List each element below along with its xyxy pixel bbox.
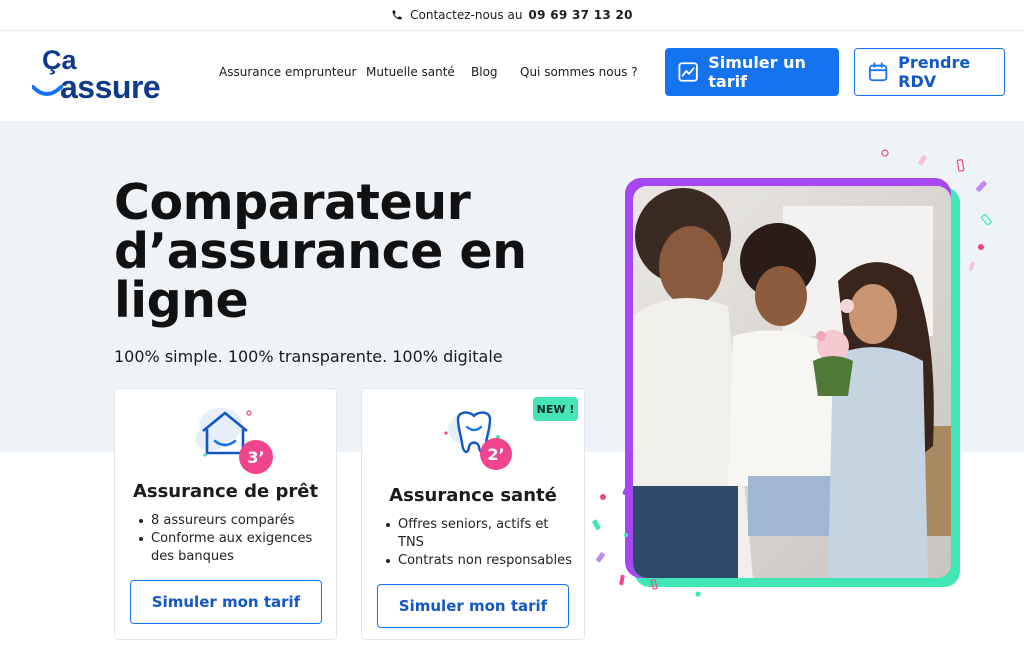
time-badge: 2’	[480, 438, 512, 470]
site-header: Ça assure Assurance emprunteur Mutuelle …	[0, 31, 1024, 121]
phone-number-link[interactable]: 09 69 37 13 20	[528, 8, 632, 22]
feature-item: Contrats non responsables	[384, 552, 574, 570]
feature-list: 8 assureurs comparés Conforme aux exigen…	[137, 512, 322, 566]
feature-item: Offres seniors, actifs et TNS	[384, 516, 574, 552]
new-badge: NEW !	[533, 397, 578, 421]
card-title: Assurance de prêt	[132, 481, 319, 502]
health-insurance-card: NEW ! 2’ Assurance santé Offres seniors,…	[361, 388, 585, 640]
card-title: Assurance santé	[389, 485, 557, 506]
loan-insurance-card: 3’ Assurance de prêt 8 assureurs comparé…	[114, 388, 337, 640]
confetti-decoration	[592, 149, 992, 597]
hero-title: Comparateur d’assurance en ligne	[114, 174, 527, 329]
simulate-health-button[interactable]: Simuler mon tarif	[377, 584, 569, 628]
feature-item: 8 assureurs comparés	[137, 512, 322, 530]
simulate-loan-button[interactable]: Simuler mon tarif	[130, 580, 322, 624]
contact-bar: Contactez-nous au 09 69 37 13 20	[0, 0, 1024, 31]
feature-list: Offres seniors, actifs et TNS Contrats n…	[384, 516, 574, 570]
hero-subtitle: 100% simple. 100% transparente. 100% dig…	[114, 347, 503, 366]
nav-mutuelle-sante[interactable]: Mutuelle santé	[366, 65, 455, 79]
nav-qui-sommes-nous[interactable]: Qui sommes nous ?	[520, 65, 638, 79]
contact-label: Contactez-nous au	[410, 8, 523, 22]
phone-icon	[392, 10, 402, 20]
feature-item: Conforme aux exigences des banques	[137, 530, 322, 566]
nav-blog[interactable]: Blog	[471, 65, 498, 79]
calendar-icon	[868, 62, 888, 82]
book-appointment-label: Prendre RDV	[898, 53, 971, 91]
book-appointment-button[interactable]: Prendre RDV	[854, 48, 1005, 96]
logo[interactable]: Ça assure	[32, 45, 182, 101]
nav-assurance-emprunteur[interactable]: Assurance emprunteur	[219, 65, 356, 79]
time-badge: 3’	[239, 440, 273, 474]
simulate-tariff-button[interactable]: Simuler un tarif	[665, 48, 839, 96]
svg-text:assure: assure	[60, 69, 160, 101]
tooth-icon	[444, 411, 500, 454]
chart-icon	[678, 62, 698, 82]
simulate-tariff-label: Simuler un tarif	[708, 53, 806, 91]
